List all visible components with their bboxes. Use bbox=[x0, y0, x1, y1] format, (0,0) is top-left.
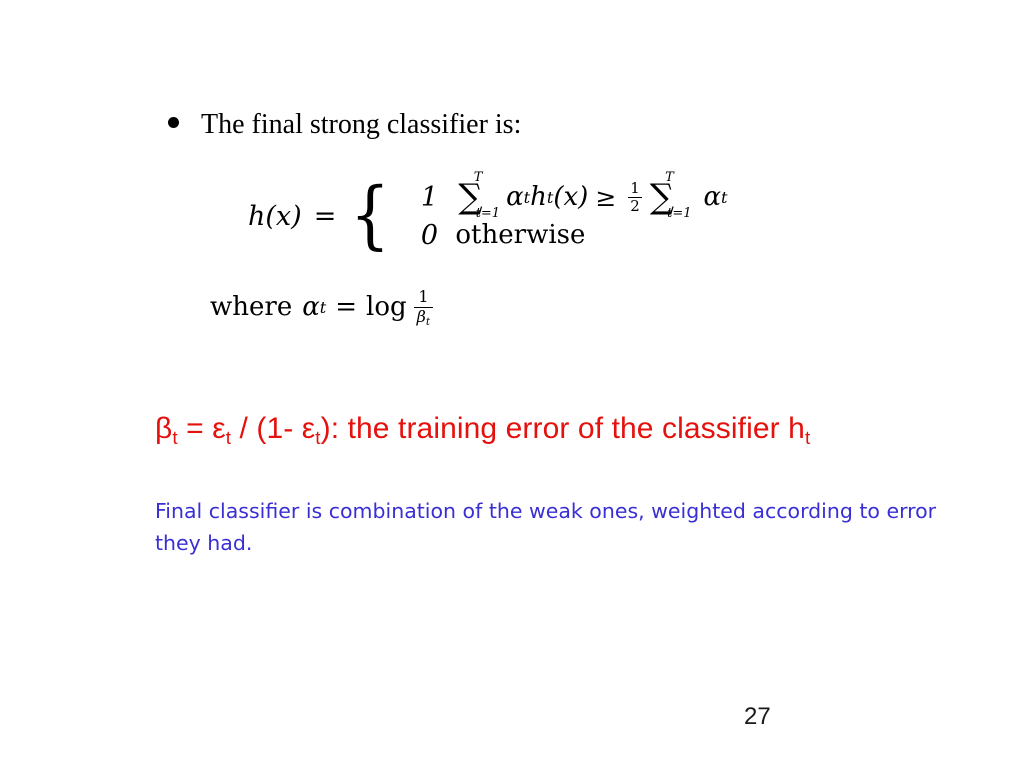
beta-fraction-denominator: βt bbox=[413, 306, 434, 328]
sigma-upper-limit: T bbox=[473, 170, 483, 186]
sigma-limits: T t=1 bbox=[474, 171, 503, 220]
sigma-upper-limit-second: T bbox=[665, 170, 674, 186]
relation-symbol: ≥ bbox=[595, 182, 617, 212]
bullet-heading: The final strong classifier is: bbox=[168, 109, 522, 141]
sigma-lower-limit: t=1 bbox=[475, 206, 501, 221]
fraction-denominator: 2 bbox=[628, 196, 642, 215]
formula-brace: { bbox=[350, 172, 391, 259]
sigma-lower-limit-second: t=1 bbox=[667, 206, 692, 221]
slide-canvas: The final strong classifier is: h(x) = {… bbox=[0, 0, 1024, 768]
beta-training-error-note: βt = εt / (1- εt): the training error of… bbox=[155, 412, 810, 450]
alpha-symbol-second: α bbox=[703, 182, 722, 212]
strong-classifier-formula: h(x) = { 1 ∑ T t=1 α t h t (x) ≥ 1 2 ∑ T… bbox=[248, 171, 728, 259]
summation-first: ∑ T t=1 bbox=[458, 171, 503, 220]
beta-subscript: t bbox=[425, 315, 431, 328]
page-number: 27 bbox=[744, 703, 771, 730]
red-seg-tail-sub: t bbox=[804, 428, 811, 450]
case-zero-condition: otherwise bbox=[455, 220, 586, 250]
formula-cases: 1 ∑ T t=1 α t h t (x) ≥ 1 2 ∑ T t=1 α t … bbox=[403, 171, 728, 254]
beta-reciprocal-fraction: 1 βt bbox=[413, 287, 434, 328]
sigma-limits-second: T t=1 bbox=[665, 171, 694, 220]
case-zero-value: 0 bbox=[420, 219, 438, 251]
log-operator: log bbox=[366, 292, 407, 323]
red-seg-epsilon: ε bbox=[212, 412, 226, 445]
beta-symbol: β bbox=[416, 306, 426, 326]
explanation-paragraph: Final classifier is combination of the w… bbox=[155, 499, 937, 555]
red-seg-epsilon-two: ε bbox=[301, 412, 316, 445]
alpha-definition: where α t = log 1 βt bbox=[210, 287, 434, 328]
formula-case-one: 1 ∑ T t=1 α t h t (x) ≥ 1 2 ∑ T t=1 α t bbox=[403, 171, 728, 220]
where-word: where bbox=[210, 292, 293, 323]
red-seg-divider: / (1- bbox=[231, 412, 302, 445]
formula-case-zero: 0 otherwise bbox=[403, 216, 727, 254]
where-alpha-symbol: α bbox=[302, 292, 320, 323]
one-half-fraction: 1 2 bbox=[628, 178, 642, 215]
case-one-value: 1 bbox=[420, 181, 438, 213]
summation-second: ∑ T t=1 bbox=[650, 171, 695, 220]
case-one-condition: ∑ T t=1 α t h t (x) ≥ 1 2 ∑ T t=1 α t bbox=[455, 171, 728, 220]
formula-row: h(x) = { 1 ∑ T t=1 α t h t (x) ≥ 1 2 ∑ T… bbox=[248, 171, 728, 259]
formula-equals: = bbox=[313, 200, 337, 232]
alpha-subscript-second: t bbox=[721, 187, 728, 207]
red-seg-beta: β bbox=[155, 412, 173, 445]
bullet-dot-icon bbox=[168, 117, 179, 128]
red-seg-tail: ): the training error of the classifier … bbox=[320, 412, 805, 445]
bullet-heading-text: The final strong classifier is: bbox=[201, 109, 522, 140]
weak-classifier-symbol: h bbox=[530, 182, 547, 212]
weak-classifier-argument: (x) bbox=[553, 182, 589, 212]
formula-lhs: h(x) bbox=[248, 200, 302, 232]
alpha-symbol: α bbox=[506, 182, 524, 212]
fraction-numerator: 1 bbox=[630, 178, 640, 197]
where-equals: = bbox=[335, 292, 358, 323]
beta-fraction-numerator: 1 bbox=[418, 287, 429, 306]
red-seg-equals: = bbox=[177, 412, 213, 445]
